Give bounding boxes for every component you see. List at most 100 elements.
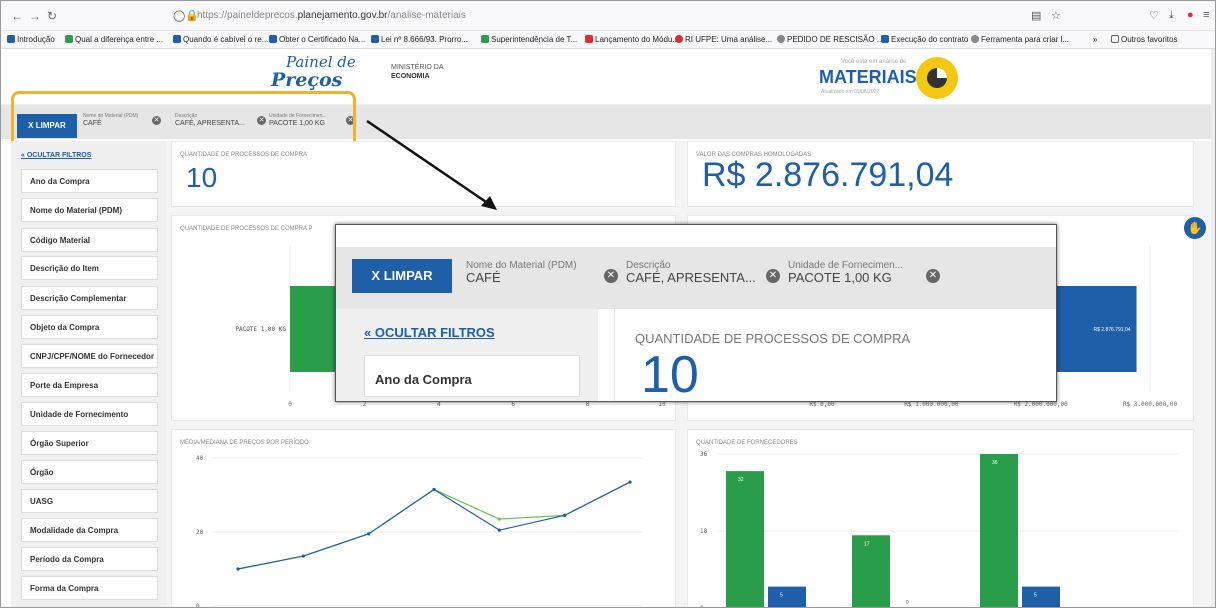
- bookmark-label: PEDIDO DE RESCISÃO ...: [787, 35, 884, 44]
- data-label: 17: [864, 541, 870, 547]
- download-icon[interactable]: ⤓: [1169, 9, 1174, 22]
- bookmark-label: Obter o Certificado Na...: [279, 35, 366, 44]
- ministry-line1: MINISTÉRIO DA: [391, 64, 444, 71]
- bookmark-label: Quando é cabível o re...: [183, 35, 269, 44]
- x-tick-label: R$ 0,00: [809, 401, 835, 408]
- filter-modalidade-da-compra[interactable]: Modalidade da Compra: [21, 518, 158, 542]
- pie-chart-icon[interactable]: [916, 57, 958, 99]
- browser-window: ← → ↻ ◯ 🔒 https://paineldeprecos.planeja…: [0, 0, 1216, 608]
- y-tick-label: 18: [700, 528, 708, 535]
- bookmark-label: RI UFPE: Uma análise...: [685, 35, 773, 44]
- back-icon[interactable]: ←: [11, 9, 23, 23]
- bookmark[interactable]: Lançamento do Módu...: [585, 35, 679, 44]
- data-label: 0: [906, 600, 909, 606]
- inset-remove-filter-icon[interactable]: ✕: [604, 269, 618, 283]
- address-bar[interactable]: https://paineldeprecos.planejamento.gov.…: [197, 10, 466, 21]
- inset-filter-ano-da-compra[interactable]: Ano da Compra: [364, 355, 580, 397]
- inset-remove-filter-icon[interactable]: ✕: [926, 269, 940, 283]
- data-point: [367, 532, 371, 536]
- bookmark[interactable]: Superintendência de T...: [481, 35, 577, 44]
- data-label: 32: [738, 477, 744, 483]
- processes-count-card: QUANTIDADE DE PROCESSOS DE COMPRA 10: [171, 141, 676, 207]
- bookmark[interactable]: Qual a diferença entre ...: [65, 35, 163, 44]
- folder-icon: [1111, 35, 1119, 43]
- filter-unidade-de-fornecimento[interactable]: Unidade de Fornecimento: [21, 402, 158, 426]
- filter-uasg[interactable]: UASG: [21, 489, 158, 513]
- bookmarks-overflow[interactable]: »: [1093, 35, 1097, 44]
- series-line: [237, 481, 631, 570]
- filter-objeto-da-compra[interactable]: Objeto da Compra: [21, 315, 158, 339]
- data-point: [432, 487, 436, 492]
- filter-forma-da-compra[interactable]: Forma da Compra: [21, 576, 158, 600]
- context-label: Você está em análise de: [841, 59, 907, 65]
- x-tick-label: 0: [288, 401, 292, 408]
- page-scrollbar[interactable]: [1211, 49, 1215, 607]
- filter-descricao-do-item[interactable]: Descrição do Item: [21, 256, 158, 280]
- reader-view-icon[interactable]: ▤: [1031, 9, 1041, 22]
- bookmark-favicon-icon: [881, 35, 889, 43]
- bar: [852, 535, 890, 607]
- y-tick-label: 20: [196, 529, 204, 536]
- star-icon[interactable]: ☆: [1051, 9, 1061, 22]
- account-icon[interactable]: ●: [1187, 9, 1194, 21]
- data-point: [497, 528, 501, 532]
- inset-chip-value: CAFÉ: [466, 270, 501, 285]
- context-title: MATERIAIS: [819, 67, 917, 87]
- logo-line2: Preços: [271, 69, 343, 91]
- globe-icon: [777, 35, 785, 43]
- bookmark-favicon-icon: [481, 35, 489, 43]
- x-tick-label: R$ 2.000.000,00: [1014, 401, 1069, 408]
- bar: [1022, 586, 1060, 607]
- bookmark-favicon-icon: [269, 35, 277, 43]
- price-period-card: MÉDIA/MEDIANA DE PREÇOS POR PERÍODO 0 20 4…: [171, 429, 676, 608]
- x-tick-label: R$ 3.000.000,00: [1123, 401, 1178, 408]
- filter-porte-da-empresa[interactable]: Porte da Empresa: [21, 373, 158, 397]
- bookmark[interactable]: Obter o Certificado Na...: [269, 35, 365, 44]
- pocket-icon[interactable]: ♡: [1149, 9, 1159, 22]
- category-label: PACOTE 1,00 KG: [235, 326, 286, 333]
- filter-descricao-complementar[interactable]: Descrição Complementar: [21, 286, 158, 310]
- data-label: 36: [992, 460, 998, 466]
- data-point: [563, 513, 567, 517]
- bookmark[interactable]: Execução do contrato: [881, 35, 968, 44]
- bookmark-label: Lei nº 8.666/93. Prorro...: [381, 35, 468, 44]
- filter-ano-da-compra[interactable]: Ano da Compra: [21, 169, 158, 193]
- url-domain: planejamento.gov.br: [297, 10, 388, 21]
- reload-icon[interactable]: ↻: [47, 9, 57, 23]
- bar: [768, 586, 806, 607]
- filter-periodo-da-compra[interactable]: Período da Compra: [21, 547, 158, 571]
- bookmark[interactable]: Introdução: [7, 35, 55, 44]
- bookmark-favicon-icon: [173, 35, 181, 43]
- filter-orgao[interactable]: Órgão: [21, 460, 158, 484]
- data-label: R$ 2.876.791,04: [1094, 327, 1131, 333]
- x-tick-label: 10: [658, 401, 666, 408]
- hide-filters-link[interactable]: « OCULTAR FILTROS: [21, 152, 91, 159]
- forward-icon[interactable]: →: [29, 9, 41, 23]
- other-bookmarks[interactable]: Outros favoritos: [1111, 35, 1177, 44]
- inset-hide-filters-link[interactable]: « OCULTAR FILTROS: [364, 325, 495, 340]
- shield-icon[interactable]: ◯: [173, 9, 185, 22]
- inset-remove-filter-icon[interactable]: ✕: [766, 269, 780, 283]
- bookmark-label: Superintendência de T...: [491, 35, 578, 44]
- bookmark[interactable]: PEDIDO DE RESCISÃO ...: [777, 35, 883, 44]
- filter-orgao-superior[interactable]: Órgão Superior: [21, 431, 158, 455]
- bookmarks-bar: Introdução Qual a diferença entre ... Qu…: [1, 31, 1215, 49]
- card-title: QUANTIDADE DE PROCESSOS DE COMPRA: [180, 152, 308, 158]
- inset-clear-button[interactable]: X LIMPAR: [352, 259, 452, 293]
- bookmark-favicon-icon: [675, 35, 683, 43]
- bookmark[interactable]: RI UFPE: Uma análise...: [675, 35, 772, 44]
- data-label: 5: [780, 593, 783, 599]
- y-tick-label: 0: [196, 603, 200, 608]
- menu-icon[interactable]: ≡: [1203, 9, 1209, 21]
- bookmark[interactable]: Ferramenta para criar l...: [971, 35, 1069, 44]
- inset-card-value: 10: [641, 346, 699, 402]
- x-tick-label: R$ 1.000.000,00: [904, 401, 959, 408]
- filter-codigo-material[interactable]: Código Material: [21, 228, 158, 252]
- url-host: https://paineldeprecos.: [197, 10, 298, 21]
- filter-fornecedor[interactable]: CNPJ/CPF/NOME do Fornecedor: [21, 344, 158, 368]
- filters-sidebar: « OCULTAR FILTROS Ano da Compra Nome do …: [11, 141, 166, 607]
- bookmark[interactable]: Quando é cabível o re...: [173, 35, 268, 44]
- accessibility-icon[interactable]: ✋: [1184, 217, 1206, 239]
- bookmark[interactable]: Lei nº 8.666/93. Prorro...: [371, 35, 468, 44]
- filter-nome-do-material[interactable]: Nome do Material (PDM): [21, 198, 158, 222]
